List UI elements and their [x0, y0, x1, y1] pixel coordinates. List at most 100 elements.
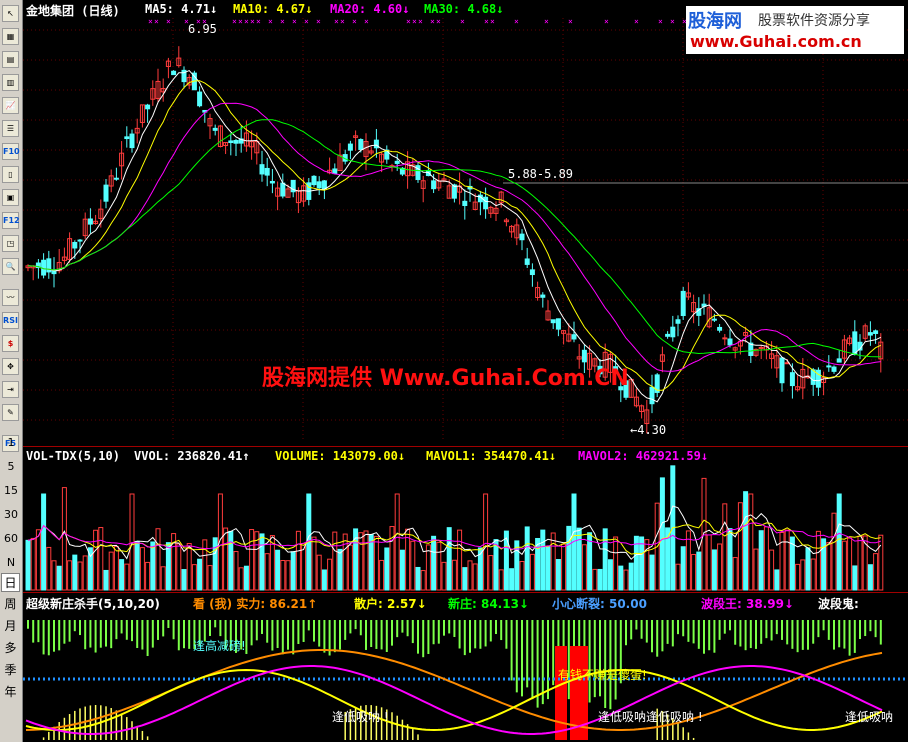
- candle-body: [269, 180, 275, 184]
- volume-bar: [113, 546, 119, 591]
- volume-bar: [368, 534, 374, 591]
- volume-bar: [618, 565, 624, 591]
- rsi-icon[interactable]: RSI: [2, 312, 19, 329]
- annotation-buy-1: 逢低吸呐 !: [332, 710, 389, 724]
- volume-bar: [61, 487, 67, 591]
- volume-bar: [207, 565, 213, 591]
- volume-bar: [498, 569, 504, 591]
- period-1[interactable]: 1: [0, 436, 22, 449]
- period-tab[interactable]: 月: [1, 617, 20, 636]
- volume-bar: [727, 528, 733, 591]
- signal-marker: ×: [364, 17, 369, 26]
- signal-marker: ×: [166, 17, 171, 26]
- volume-bar: [134, 540, 140, 591]
- volume-bar: [493, 539, 499, 591]
- candle-body: [758, 346, 764, 349]
- pointer-icon[interactable]: ↖: [2, 5, 19, 22]
- candle-body: [311, 175, 317, 186]
- period-tab[interactable]: 多: [1, 639, 20, 658]
- report-icon[interactable]: ▣: [2, 189, 19, 206]
- period-N[interactable]: N: [0, 556, 22, 569]
- candle-body: [550, 319, 556, 324]
- panel-separator-indicator: [23, 592, 908, 593]
- signal-marker: ×: [316, 17, 321, 26]
- volume-bar: [431, 535, 437, 591]
- period-30[interactable]: 30: [0, 508, 22, 521]
- grid-icon[interactable]: ▦: [2, 28, 19, 45]
- volume-bar: [98, 527, 104, 591]
- period-60[interactable]: 60: [0, 532, 22, 545]
- volume-bar: [67, 560, 73, 591]
- candle-body: [852, 331, 858, 356]
- period-tab[interactable]: 季: [1, 661, 20, 680]
- exit-icon[interactable]: ⇥: [2, 381, 19, 398]
- volume-bar: [124, 563, 130, 591]
- money-icon[interactable]: $: [2, 335, 19, 352]
- candle-body: [649, 386, 655, 405]
- signal-marker: ×: [352, 17, 357, 26]
- candle-body: [264, 167, 270, 176]
- volume-bar: [509, 568, 515, 591]
- volume-bar: [826, 542, 832, 591]
- trend-icon[interactable]: 📈: [2, 97, 19, 114]
- volume-bar: [639, 536, 645, 591]
- f12-icon[interactable]: F12: [2, 212, 20, 229]
- pencil-icon[interactable]: ✎: [2, 404, 19, 421]
- volume-bar: [316, 554, 322, 591]
- volume-bar: [779, 531, 785, 591]
- ma20-readout: MA20: 4.60↓: [330, 2, 410, 16]
- sanhu-readout: 散户: 2.57↓: [354, 597, 427, 611]
- volume-bar: [82, 555, 88, 591]
- candle-body: [524, 258, 530, 265]
- window-icon[interactable]: ◳: [2, 235, 19, 252]
- period-5[interactable]: 5: [0, 460, 22, 473]
- volume-bar: [410, 540, 416, 591]
- volume-bar: [327, 558, 333, 591]
- signal-marker: ×: [490, 17, 495, 26]
- f10-icon[interactable]: F10: [2, 143, 20, 160]
- volume-bar: [103, 569, 109, 591]
- volume-bar: [717, 543, 723, 591]
- list-icon[interactable]: ☰: [2, 120, 19, 137]
- volume-bar: [384, 547, 390, 591]
- period-tab[interactable]: 周: [1, 595, 20, 614]
- candle-body: [483, 196, 489, 210]
- search-icon[interactable]: 🔍: [2, 258, 19, 275]
- volume-bar: [186, 543, 192, 591]
- signal-marker: ×: [334, 17, 339, 26]
- volume-bar: [56, 565, 62, 591]
- candle-body: [316, 181, 322, 189]
- candle-body: [72, 241, 78, 249]
- volume-bar: [722, 503, 728, 591]
- signal-marker: ×: [232, 17, 237, 26]
- wave-icon[interactable]: 〰: [2, 289, 19, 306]
- volume-bar: [332, 531, 338, 591]
- volume-bar: [815, 530, 821, 591]
- volume-bar: [202, 539, 208, 591]
- period-tab[interactable]: 年: [1, 683, 20, 702]
- volume-bar: [613, 536, 619, 591]
- candle-body: [321, 180, 327, 190]
- volume-bar: [706, 534, 712, 591]
- volume-bar: [451, 559, 457, 591]
- vol-title: VOL-TDX(5,10): [26, 449, 120, 463]
- move-icon[interactable]: ✥: [2, 358, 19, 375]
- candle-body: [675, 319, 681, 324]
- period-tab[interactable]: 日: [1, 573, 20, 592]
- candle-body: [103, 184, 109, 202]
- chart-icon[interactable]: ▥: [2, 74, 19, 91]
- doc-icon[interactable]: ▯: [2, 166, 19, 183]
- candle-body: [867, 332, 873, 336]
- candle-body: [332, 168, 338, 175]
- signal-marker: ×: [568, 17, 573, 26]
- vvol-readout: VVOL: 236820.41↑: [134, 449, 250, 463]
- table-icon[interactable]: ▤: [2, 51, 19, 68]
- volume-bar: [441, 561, 447, 591]
- volume-bar: [649, 554, 655, 591]
- candle-body: [280, 182, 286, 197]
- xiaoxin-readout: 小心断裂: 50.00: [552, 597, 647, 611]
- volume-bar: [46, 546, 52, 591]
- annotation-buy-3: 逢低吸呐: [845, 710, 894, 724]
- candle-body: [394, 160, 400, 164]
- period-15[interactable]: 15: [0, 484, 22, 497]
